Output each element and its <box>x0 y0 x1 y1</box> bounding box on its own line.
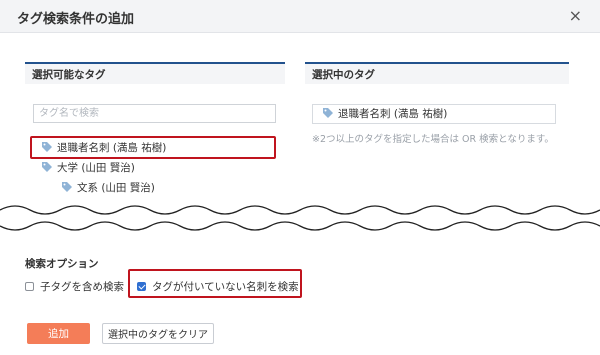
dialog-title: タグ検索条件の追加 <box>17 12 135 27</box>
clear-selected-tags-button[interactable]: 選択中のタグをクリア <box>102 323 214 344</box>
untagged-option[interactable]: タグが付いていない名刺を検索 <box>137 279 299 294</box>
tag-item-university[interactable]: 大学 (山田 賢治) <box>41 159 135 177</box>
add-button[interactable]: 追加 <box>27 323 90 344</box>
selected-tags-box: 退職者名刺 (満島 祐樹) <box>312 104 556 124</box>
tag-item-humanities[interactable]: 文系 (山田 賢治) <box>61 179 155 197</box>
tag-icon <box>42 142 52 152</box>
close-icon[interactable]: × <box>569 6 582 25</box>
tag-item-label: 退職者名刺 (満島 祐樹) <box>57 142 167 154</box>
search-options-heading: 検索オプション <box>25 258 99 270</box>
tag-item-label: 文系 (山田 賢治) <box>77 182 155 194</box>
tag-item-label: 大学 (山田 賢治) <box>57 162 135 174</box>
selected-tag-label: 退職者名刺 (満島 祐樹) <box>338 108 448 120</box>
page-break-wave <box>0 205 600 231</box>
include-children-label: 子タグを含め検索 <box>40 281 124 293</box>
tag-search-input[interactable] <box>33 104 276 123</box>
tag-icon <box>62 182 72 192</box>
selected-tags-heading: 選択中のタグ <box>305 62 569 84</box>
available-tags-heading: 選択可能なタグ <box>25 62 285 84</box>
dialog-header: タグ検索条件の追加 × <box>0 0 600 33</box>
tag-icon <box>42 162 52 172</box>
tag-icon <box>323 108 333 118</box>
untagged-checkbox[interactable] <box>137 282 146 291</box>
tag-item-retired[interactable]: 退職者名刺 (満島 祐樹) <box>41 139 166 157</box>
or-search-note: ※2つ以上のタグを指定した場合は OR 検索となります。 <box>312 134 554 145</box>
include-children-option[interactable]: 子タグを含め検索 <box>25 279 124 294</box>
selected-tag-item[interactable]: 退職者名刺 (満島 祐樹) <box>322 105 447 123</box>
include-children-checkbox[interactable] <box>25 282 34 291</box>
untagged-label: タグが付いていない名刺を検索 <box>152 281 299 293</box>
